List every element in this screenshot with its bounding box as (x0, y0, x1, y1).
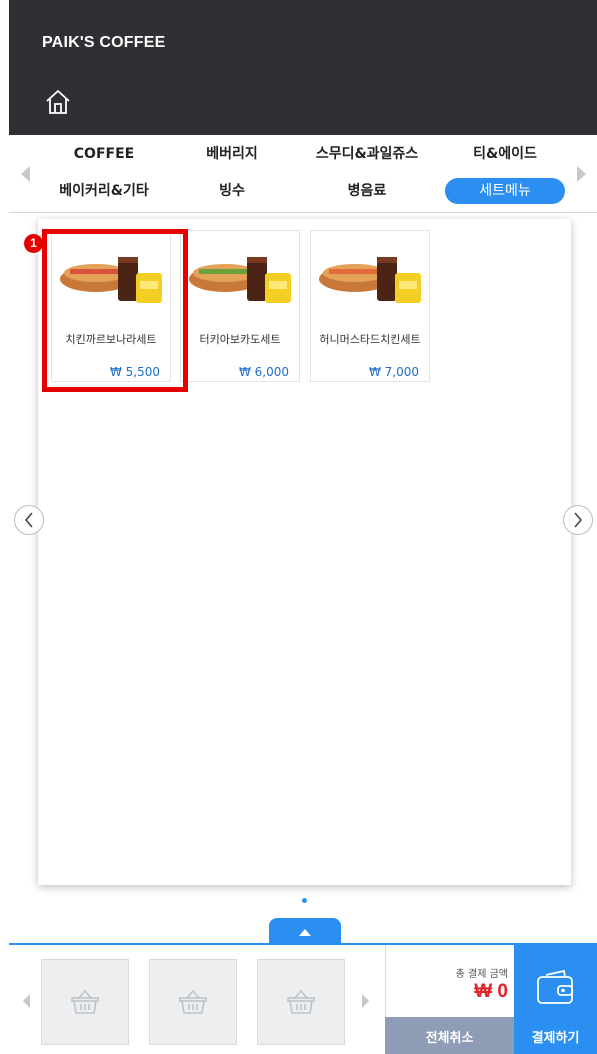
tab-coffee[interactable]: COFFEE (44, 141, 164, 167)
category-nav: COFFEE 베버리지 스무디&과일쥬스 티&에이드 베이커리&기타 빙수 병음… (9, 135, 597, 213)
page-indicator-dot (302, 898, 307, 903)
caret-up-icon (299, 928, 311, 936)
product-card[interactable]: 허니머스타드치킨세트 ₩ 7,000 (310, 230, 430, 382)
total-label: 총 결제 금액 (455, 969, 508, 980)
page-prev-button[interactable] (14, 505, 44, 535)
cart-slot[interactable] (149, 959, 237, 1045)
step-marker: 1 (24, 234, 43, 253)
product-card[interactable]: 터키아보카도세트 ₩ 6,000 (180, 230, 300, 382)
product-price: ₩ 7,000 (368, 365, 419, 379)
home-button[interactable] (44, 88, 72, 116)
basket-icon (71, 989, 99, 1014)
total-amount-box: 총 결제 금액 ₩ 0 (385, 945, 514, 1017)
selection-highlight (42, 229, 188, 392)
tab-bottled-drinks[interactable]: 병음료 (307, 178, 427, 204)
tab-beverage[interactable]: 베버리지 (172, 141, 292, 167)
basket-icon (287, 989, 315, 1014)
tab-bingsu[interactable]: 빙수 (172, 178, 292, 204)
pay-label: 결제하기 (531, 1031, 580, 1046)
tab-set-menu[interactable]: 세트메뉴 (445, 178, 565, 204)
cart-next-arrow-icon[interactable] (361, 993, 371, 1009)
chevron-right-icon (574, 512, 583, 528)
total-value: ₩ 0 (474, 981, 508, 1002)
tab-bakery-etc[interactable]: 베이커리&기타 (44, 178, 164, 204)
cart-slot[interactable] (257, 959, 345, 1045)
product-name: 터키아보카도세트 (199, 333, 281, 346)
category-next-arrow-icon[interactable] (576, 165, 588, 183)
home-icon (46, 90, 70, 114)
cart-slot[interactable] (41, 959, 129, 1045)
tab-smoothie-juice[interactable]: 스무디&과일쥬스 (307, 141, 427, 167)
pay-button[interactable]: 결제하기 (514, 945, 597, 1054)
wallet-icon (537, 969, 573, 1004)
brand-title: PAIK'S COFFEE (42, 34, 166, 51)
cancel-all-button[interactable]: 전체취소 (385, 1017, 514, 1054)
cart-panel: 총 결제 금액 ₩ 0 전체취소 결제하기 (9, 943, 597, 1054)
cart-prev-arrow-icon[interactable] (21, 993, 31, 1009)
sandwich-set-image (189, 257, 291, 303)
chevron-left-icon (24, 512, 33, 528)
tab-tea-ade[interactable]: 티&에이드 (445, 141, 565, 167)
basket-icon (179, 989, 207, 1014)
page-next-button[interactable] (563, 505, 593, 535)
product-price: ₩ 6,000 (238, 365, 289, 379)
category-prev-arrow-icon[interactable] (19, 165, 31, 183)
product-name: 허니머스타드치킨세트 (319, 333, 421, 346)
header-bar: PAIK'S COFFEE (9, 0, 597, 135)
cart-expand-button[interactable] (269, 918, 341, 946)
sandwich-set-image (319, 257, 421, 303)
